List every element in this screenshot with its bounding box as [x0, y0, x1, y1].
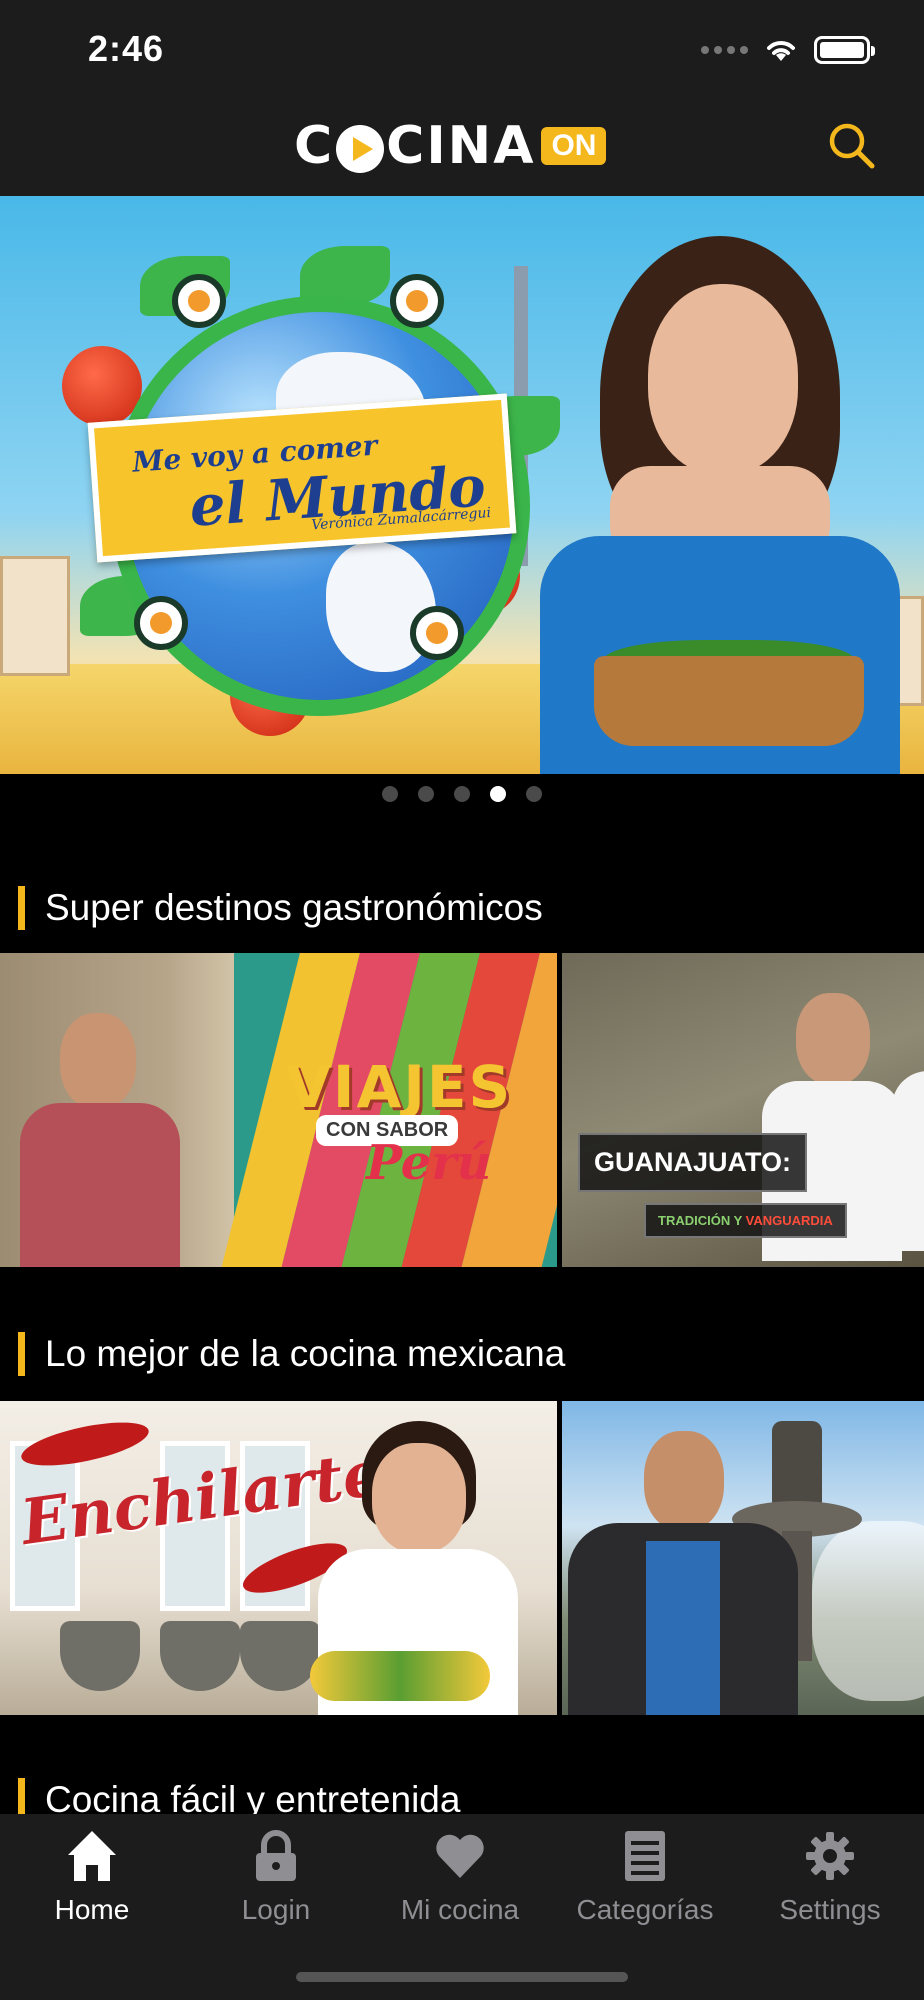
- tab-label: Settings: [779, 1894, 881, 1925]
- host-photo: [568, 1431, 798, 1715]
- wifi-icon: [767, 41, 795, 61]
- vegetables-illustration: [310, 1651, 490, 1701]
- search-icon: [829, 123, 875, 169]
- home-indicator[interactable]: [296, 1972, 628, 1982]
- tab-settings[interactable]: Settings: [738, 1828, 922, 1948]
- carousel-pagination[interactable]: [0, 786, 924, 806]
- show-card-guanajuato[interactable]: GUANAJUATO: TRADICIÓN Y VANGUARDIA: [562, 953, 924, 1267]
- search-button[interactable]: [826, 120, 878, 172]
- carousel-dot[interactable]: [382, 786, 398, 802]
- tab-label: Categorías: [576, 1894, 714, 1925]
- app-logo: C CINA ON: [294, 116, 607, 176]
- battery-icon: [814, 36, 875, 64]
- section-title: Super destinos gastronómicos: [45, 887, 543, 928]
- tab-label: Home: [54, 1894, 130, 1925]
- host-photo: [20, 1013, 180, 1267]
- chef-photo: [892, 983, 924, 1251]
- show-title-card: Me voy a comer el Mundo Verónica Zumalac…: [87, 393, 517, 563]
- top-bar: 2:46 C CINA ON: [0, 0, 924, 196]
- gear-icon: [804, 1828, 856, 1884]
- carousel-dot-active[interactable]: [490, 786, 506, 802]
- logo-badge: ON: [541, 127, 607, 165]
- sushi-illustration: [134, 596, 188, 650]
- status-time: 2:46: [88, 28, 165, 69]
- tab-login[interactable]: Login: [184, 1828, 368, 1948]
- carousel-dot[interactable]: [454, 786, 470, 802]
- tab-label: Mi cocina: [400, 1894, 520, 1925]
- section-title: Lo mejor de la cocina mexicana: [45, 1333, 566, 1374]
- section-row[interactable]: Enchilarte: [0, 1401, 924, 1715]
- show-place: Perú: [366, 1135, 492, 1191]
- lock-icon: [250, 1828, 302, 1884]
- chili-illustration: [17, 1413, 153, 1475]
- logo-text: C CINA: [294, 116, 536, 176]
- show-title: VIAJES: [286, 1053, 513, 1121]
- show-card-mexicana[interactable]: [562, 1401, 924, 1715]
- show-title: GUANAJUATO:: [578, 1133, 808, 1192]
- show-card-enchilarte[interactable]: Enchilarte: [0, 1401, 557, 1715]
- signal-icon: [701, 46, 748, 54]
- tab-home[interactable]: Home: [0, 1828, 184, 1948]
- basket-illustration: [594, 656, 864, 746]
- section-header: Lo mejor de la cocina mexicana: [18, 1332, 565, 1376]
- carousel-dot[interactable]: [526, 786, 542, 802]
- section-header: Super destinos gastronómicos: [18, 886, 543, 930]
- show-logo: VIAJES CON SABOR Perú: [276, 1053, 536, 1203]
- sushi-illustration: [172, 274, 226, 328]
- sushi-illustration: [390, 274, 444, 328]
- hero-banner[interactable]: Me voy a comer el Mundo Verónica Zumalac…: [0, 196, 924, 774]
- list-icon: [619, 1828, 671, 1884]
- play-icon: [336, 125, 385, 173]
- carousel-dot[interactable]: [418, 786, 434, 802]
- building-illustration: [0, 556, 70, 676]
- tab-label: Login: [241, 1894, 311, 1925]
- heart-icon: [434, 1828, 486, 1884]
- sushi-illustration: [410, 606, 464, 660]
- home-icon: [66, 1828, 118, 1884]
- show-card-viajes-con-sabor[interactable]: VIAJES CON SABOR Perú: [0, 953, 557, 1267]
- section-accent-bar: [18, 886, 25, 930]
- tab-categorias[interactable]: Categorías: [553, 1828, 737, 1948]
- section-row[interactable]: VIAJES CON SABOR Perú GUANAJUATO: TRADIC…: [0, 953, 924, 1267]
- section-accent-bar: [18, 1332, 25, 1376]
- show-subtitle: TRADICIÓN Y VANGUARDIA: [644, 1203, 847, 1238]
- tab-mi-cocina[interactable]: Mi cocina: [368, 1828, 552, 1948]
- status-icons: [701, 30, 875, 70]
- host-photo: [540, 236, 900, 774]
